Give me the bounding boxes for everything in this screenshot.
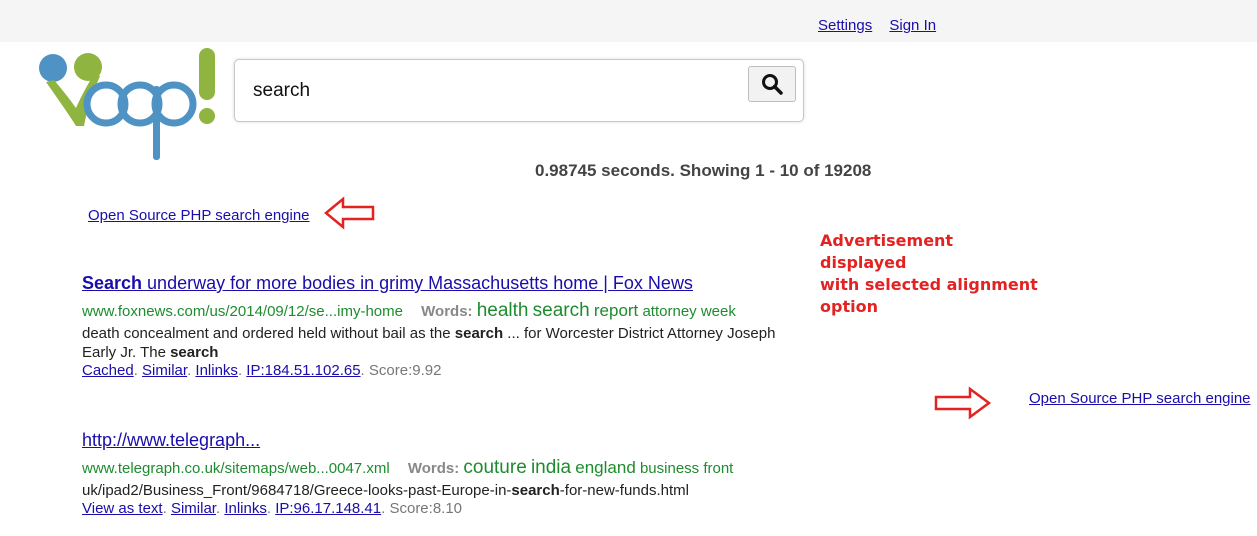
keyword: attorney	[642, 303, 697, 320]
title-highlight: Search	[82, 273, 143, 293]
annotation-line: Advertisement displayed	[820, 231, 954, 272]
inlinks-link[interactable]: Inlinks	[195, 362, 238, 379]
settings-link[interactable]: Settings	[818, 17, 872, 34]
user-links: Settings Sign In	[818, 17, 949, 34]
annotation-line: with selected alignment	[820, 275, 1038, 294]
similar-link[interactable]: Similar	[171, 500, 216, 517]
yoop-logo[interactable]	[36, 46, 218, 164]
keyword: india	[530, 457, 572, 478]
snippet-text: -for-new-funds.html	[559, 482, 689, 499]
ip-link[interactable]: IP:184.51.102.65	[246, 362, 360, 379]
result-snippet: uk/ipad2/Business_Front/9684718/Greece-l…	[82, 481, 822, 500]
keyword: week	[700, 303, 736, 320]
view-as-text-link[interactable]: View as text	[82, 500, 163, 517]
result-title-link[interactable]: Search underway for more bodies in grimy…	[82, 273, 693, 294]
top-bar: Settings Sign In	[0, 0, 1257, 42]
cached-link[interactable]: Cached	[82, 362, 134, 379]
sign-in-link[interactable]: Sign In	[889, 17, 936, 34]
result-actions: Cached. Similar. Inlinks. IP:184.51.102.…	[82, 362, 442, 379]
result-snippet: death concealment and ordered held witho…	[82, 324, 822, 362]
search-button[interactable]	[748, 66, 796, 102]
words-label: Words:	[421, 303, 473, 320]
result-actions: View as text. Similar. Inlinks. IP:96.17…	[82, 500, 463, 517]
search-box	[234, 59, 804, 122]
keyword: report	[593, 301, 639, 320]
search-result: http://www.telegraph... www.telegraph.co…	[82, 430, 822, 517]
result-stats: 0.98745 seconds. Showing 1 - 10 of 19208	[535, 161, 872, 180]
magnifier-icon	[762, 74, 783, 95]
inlinks-link[interactable]: Inlinks	[224, 500, 267, 517]
result-score: Score:9.92	[368, 362, 442, 379]
result-url: www.telegraph.co.uk/sitemaps/web...0047.…	[82, 460, 390, 477]
result-meta: www.foxnews.com/us/2014/09/12/se...imy-h…	[82, 300, 822, 322]
ad-link-top[interactable]: Open Source PHP search engine	[88, 207, 310, 224]
ad-link-right[interactable]: Open Source PHP search engine	[1029, 390, 1251, 407]
similar-link[interactable]: Similar	[142, 362, 187, 379]
annotation-line: option	[820, 297, 878, 316]
result-url: www.foxnews.com/us/2014/09/12/se...imy-h…	[82, 303, 403, 320]
ip-link[interactable]: IP:96.17.148.41	[275, 500, 381, 517]
snippet-text: ... for Worcester District Attorney Jose…	[503, 325, 776, 342]
keyword: couture	[463, 457, 527, 478]
snippet-highlight: search	[170, 344, 219, 361]
snippet-text: Early Jr. The	[82, 344, 171, 361]
keyword: front	[703, 460, 734, 477]
keyword: search	[532, 300, 590, 321]
result-score: Score:8.10	[389, 500, 463, 517]
search-result: Search underway for more bodies in grimy…	[82, 273, 822, 379]
keyword: business	[639, 460, 700, 477]
result-meta: www.telegraph.co.uk/sitemaps/web...0047.…	[82, 457, 822, 479]
left-arrow-icon	[324, 196, 375, 230]
keyword: england	[575, 458, 636, 477]
search-input[interactable]	[251, 75, 735, 107]
advertisement-annotation: Advertisement displayed with selected al…	[820, 230, 1040, 318]
snippet-highlight: search	[454, 325, 504, 342]
keyword: health	[476, 300, 529, 321]
title-text: underway for more bodies in grimy Massac…	[142, 273, 693, 293]
result-title-link[interactable]: http://www.telegraph...	[82, 430, 260, 451]
snippet-text: death concealment and ordered held witho…	[82, 325, 455, 342]
words-label: Words:	[407, 460, 460, 477]
right-arrow-icon	[934, 386, 992, 420]
snippet-text: uk/ipad2/Business_Front/9684718/Greece-l…	[82, 482, 512, 499]
snippet-highlight: search	[511, 482, 560, 499]
